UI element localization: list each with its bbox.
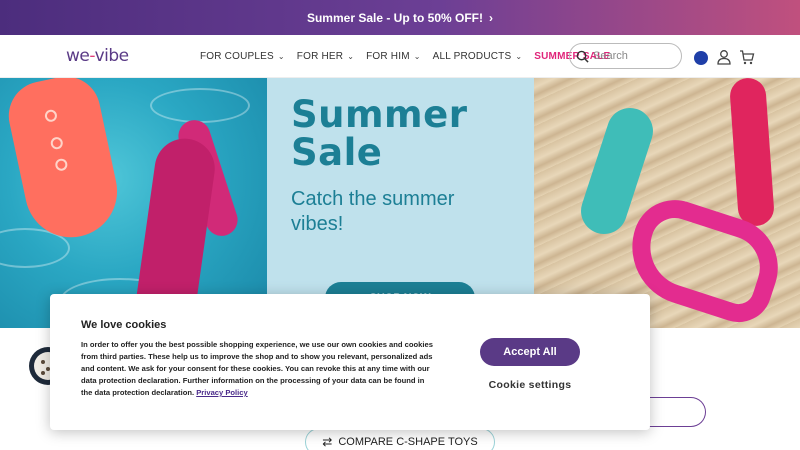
hero-title-line-1: Summer <box>291 93 468 136</box>
eu-flag-icon[interactable] <box>694 51 708 65</box>
chevron-right-icon: › <box>489 10 494 25</box>
brand-logo[interactable]: we-vibe <box>66 46 129 66</box>
cookie-settings-button[interactable]: Cookie settings <box>480 379 580 391</box>
hero-subtitle: Catch the summer vibes! <box>291 188 455 235</box>
nav-item-for-him[interactable]: FOR HIM ⌄ <box>366 51 421 62</box>
nav-item-for-her[interactable]: FOR HER ⌄ <box>297 51 354 62</box>
cookie-body: In order to offer you the best possible … <box>81 339 436 399</box>
chevron-down-icon: ⌄ <box>347 52 355 61</box>
toy-button <box>54 157 69 172</box>
coral-toy-image <box>2 78 126 246</box>
search-icon <box>576 50 589 63</box>
main-nav: FOR COUPLES ⌄ FOR HER ⌄ FOR HIM ⌄ ALL PR… <box>200 35 622 78</box>
water-ripple <box>150 88 250 123</box>
red-toy-image <box>728 78 776 228</box>
privacy-policy-link[interactable]: Privacy Policy <box>196 388 248 397</box>
promo-text: Summer Sale - Up to 50% OFF! <box>306 10 484 25</box>
hero-image-pool <box>0 78 267 328</box>
compare-label: COMPARE C-SHAPE TOYS <box>338 436 478 448</box>
hero-text-panel: Summer Sale Catch the summer vibes! SHOP… <box>267 78 534 328</box>
cookie-chip <box>41 371 45 375</box>
toy-button <box>43 108 59 123</box>
hero-title: Summer Sale <box>291 96 467 172</box>
cookie-chip <box>41 360 45 364</box>
chevron-down-icon: ⌄ <box>515 52 523 61</box>
site-header: we-vibe FOR COUPLES ⌄ FOR HER ⌄ FOR HIM … <box>0 35 800 78</box>
nav-item-for-couples[interactable]: FOR COUPLES ⌄ <box>200 51 285 62</box>
toy-button <box>49 136 64 151</box>
compare-arrows-icon: ⇄ <box>322 435 333 449</box>
search-box[interactable] <box>569 43 682 69</box>
nav-label: FOR HER <box>296 51 344 62</box>
cookie-title: We love cookies <box>81 319 167 331</box>
hero-banner[interactable]: Summer Sale Catch the summer vibes! SHOP… <box>0 78 800 328</box>
hero-title-line-2: Sale <box>291 131 383 174</box>
cart-icon[interactable] <box>739 49 755 65</box>
accept-all-button[interactable]: Accept All <box>480 338 580 366</box>
cookie-consent-dialog: We love cookies In order to offer you th… <box>50 294 650 430</box>
hero-image-sand <box>534 78 800 328</box>
chevron-down-icon: ⌄ <box>413 52 421 61</box>
search-input[interactable] <box>593 50 673 62</box>
logo-part-we: we <box>66 46 90 66</box>
logo-part-vibe: vibe <box>94 46 130 66</box>
user-icon[interactable] <box>716 49 732 65</box>
nav-label: FOR HIM <box>366 51 410 62</box>
compare-c-shape-button[interactable]: ⇄ COMPARE C-SHAPE TOYS <box>305 428 495 450</box>
nav-label: FOR COUPLES <box>200 51 274 62</box>
nav-label: ALL PRODUCTS <box>432 51 512 62</box>
cookie-body-text: In order to offer you the best possible … <box>81 340 433 397</box>
promo-banner[interactable]: Summer Sale - Up to 50% OFF! › <box>0 0 800 35</box>
nav-item-all-products[interactable]: ALL PRODUCTS ⌄ <box>433 51 523 62</box>
chevron-down-icon: ⌄ <box>277 52 285 61</box>
